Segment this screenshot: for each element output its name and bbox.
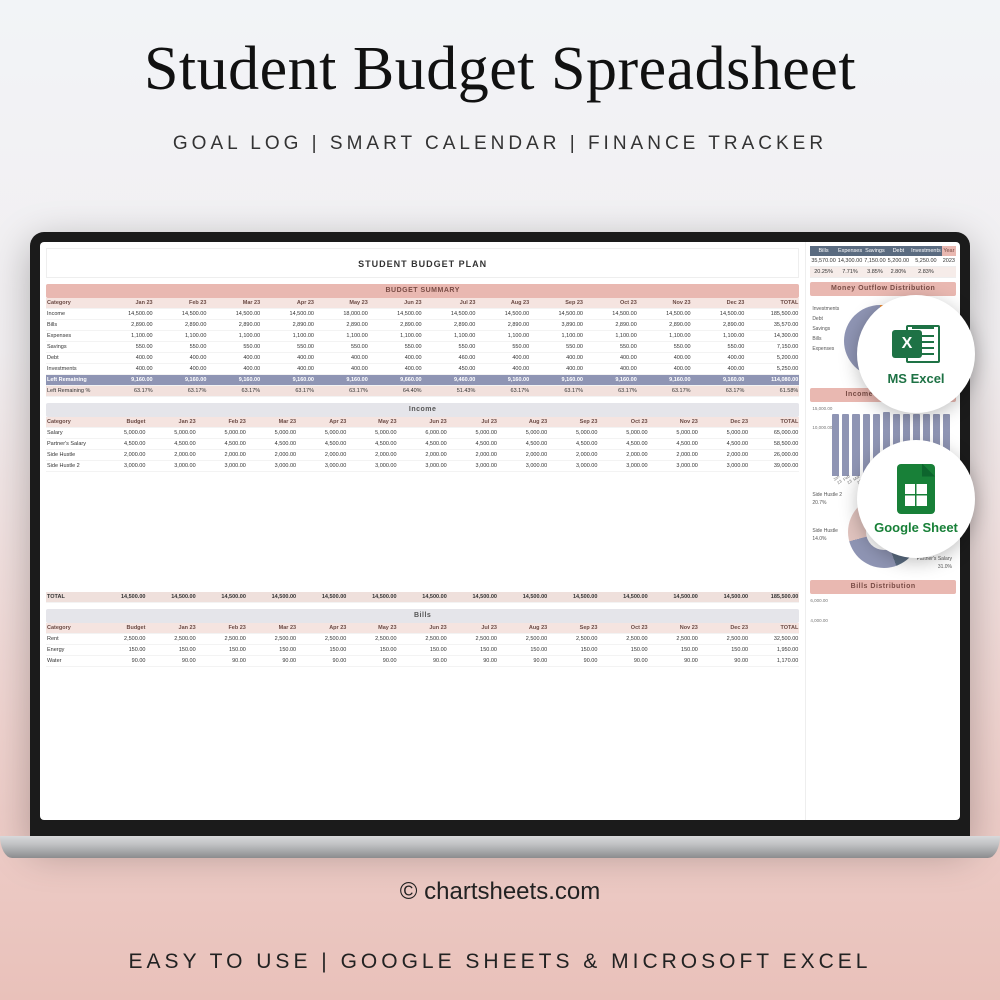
legend-label: Side Hustle 2 [812, 492, 842, 498]
kpi-table: BillsExpensesSavingsDebtInvestmentsYear … [810, 246, 956, 278]
hero-subtitle: GOAL LOG | SMART CALENDAR | FINANCE TRAC… [0, 133, 1000, 155]
section-bills: Bills [46, 609, 799, 623]
footer-tagline: EASY TO USE | GOOGLE SHEETS & MICROSOFT … [0, 950, 1000, 974]
laptop-mockup: STUDENT BUDGET PLAN BUDGET SUMMARY Categ… [30, 232, 970, 842]
bars-ytick: 15,000.00 [812, 406, 832, 411]
badge-excel: X MS Excel [857, 295, 975, 413]
hero-title: Student Budget Spreadsheet [0, 0, 1000, 105]
credit-line: © chartsheets.com [0, 878, 1000, 906]
spreadsheet-screen: STUDENT BUDGET PLAN BUDGET SUMMARY Categ… [40, 242, 960, 820]
google-sheets-icon [897, 464, 935, 514]
badge-google-sheet: Google Sheet [857, 440, 975, 558]
section-budget-summary: BUDGET SUMMARY [46, 284, 799, 298]
bills-ytick: 6,000.00 [810, 598, 828, 603]
panel-bills-dist: Bills Distribution 6,000.00 4,000.00 [810, 580, 956, 642]
table-budget-summary: CategoryJan 23Feb 23Mar 23Apr 23May 23Ju… [46, 298, 799, 397]
panel-bills-title: Bills Distribution [810, 580, 956, 594]
legend-pct: 20.7% [812, 500, 826, 506]
legend-pct: 31.0% [938, 564, 952, 570]
section-income: Income [46, 403, 799, 417]
excel-icon: X [892, 323, 940, 365]
panel-outflow-title: Money Outflow Distribution [810, 282, 956, 296]
bars-ytick: 10,000.00 [812, 425, 832, 430]
table-bills: CategoryBudgetJan 23Feb 23Mar 23Apr 23Ma… [46, 623, 799, 667]
bills-ytick: 4,000.00 [810, 618, 828, 623]
legend-label: Side Hustle [812, 528, 838, 534]
badge-excel-label: MS Excel [887, 371, 944, 386]
table-income: CategoryBudgetJan 23Feb 23Mar 23Apr 23Ma… [46, 417, 799, 472]
sheet-title: STUDENT BUDGET PLAN [46, 248, 799, 278]
badge-gsheet-label: Google Sheet [874, 520, 958, 535]
legend-pct: 14.0% [812, 536, 826, 542]
